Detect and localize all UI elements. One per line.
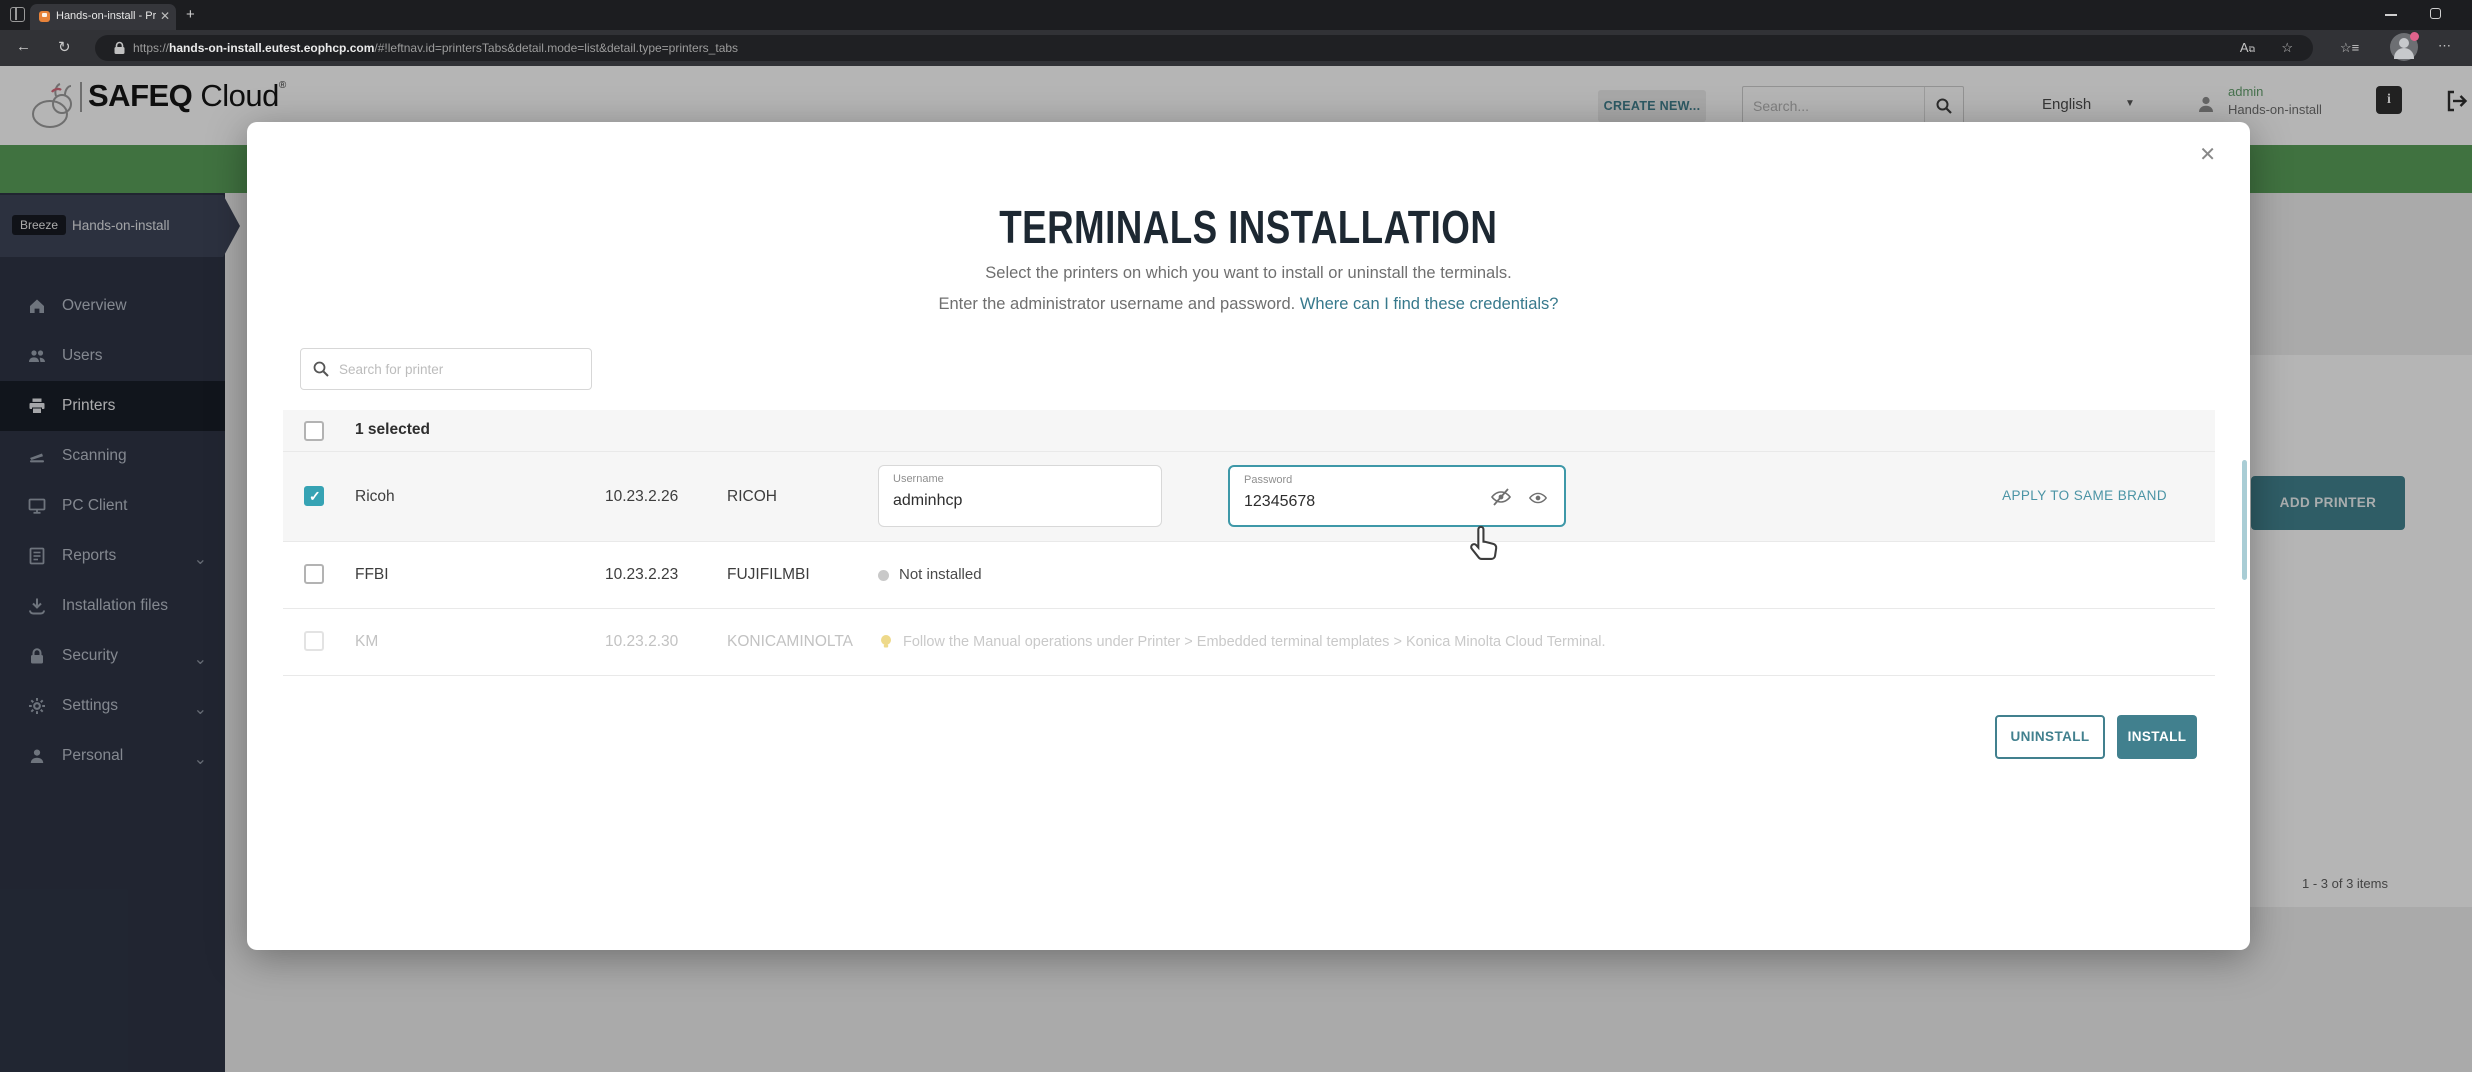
- status-dot-icon: [878, 570, 889, 581]
- install-button[interactable]: INSTALL: [2117, 715, 2197, 759]
- modal-close-icon[interactable]: ✕: [2199, 142, 2216, 167]
- printer-ip: 10.23.2.23: [605, 566, 679, 583]
- printer-note: Follow the Manual operations under Print…: [903, 634, 1606, 650]
- url-text: https://hands-on-install.eutest.eophcp.c…: [133, 41, 738, 55]
- username-label: Username: [893, 473, 944, 485]
- apply-to-same-brand-link[interactable]: APPLY TO SAME BRAND: [2002, 488, 2167, 503]
- favorite-star-icon[interactable]: ☆: [2281, 40, 2293, 56]
- printer-list: 1 selected Ricoh 10.23.2.26 RICOH Userna…: [283, 410, 2215, 676]
- modal-subtitle-text: Enter the administrator username and pas…: [938, 295, 1296, 313]
- printer-ip: 10.23.2.26: [605, 488, 679, 505]
- site-favicon: [39, 11, 50, 22]
- back-icon[interactable]: ←: [16, 38, 31, 55]
- username-field: Username: [878, 465, 1162, 527]
- browser-tab[interactable]: Hands-on-install - Printers ✕: [30, 4, 176, 30]
- printer-ip: 10.23.2.30: [605, 633, 679, 650]
- credentials-help-link[interactable]: Where can I find these credentials?: [1300, 295, 1559, 313]
- printer-brand: RICOH: [727, 488, 777, 505]
- modal-subtitle-1: Select the printers on which you want to…: [985, 264, 1512, 282]
- mouse-cursor-hand: [1470, 525, 1498, 560]
- printer-brand: KONICAMINOLTA: [727, 633, 854, 650]
- eye-icon[interactable]: [1528, 488, 1548, 508]
- printer-name: Ricoh: [355, 488, 395, 505]
- collections-icon[interactable]: ☆≡: [2340, 40, 2359, 56]
- password-input[interactable]: [1244, 493, 1424, 511]
- printer-brand: FUJIFILMBI: [727, 566, 810, 583]
- password-field: Password: [1228, 465, 1566, 527]
- browser-profile-avatar[interactable]: [2390, 32, 2419, 61]
- modal-scrollbar-thumb[interactable]: [2242, 460, 2247, 580]
- printer-status: Not installed: [899, 566, 982, 583]
- printer-name: FFBI: [355, 566, 389, 583]
- printer-search-box: [300, 348, 592, 390]
- tab-actions-icon[interactable]: [10, 7, 25, 22]
- printer-row-km: KM 10.23.2.30 KONICAMINOLTA Follow the M…: [283, 609, 2215, 676]
- url-scheme: https://: [133, 41, 170, 55]
- row-checkbox-checked[interactable]: [304, 486, 324, 506]
- url-path: /#!leftnav.id=printersTabs&detail.mode=l…: [374, 41, 739, 55]
- printer-name: KM: [355, 633, 379, 650]
- read-aloud-icon[interactable]: A⧉: [2240, 40, 2255, 55]
- browser-menu-icon[interactable]: ⋯: [2438, 38, 2452, 54]
- profile-notification-dot: [2410, 32, 2419, 41]
- modal-title: TERMINALS INSTALLATION: [999, 201, 1498, 253]
- eye-off-icon[interactable]: [1490, 486, 1512, 508]
- lightbulb-icon: [881, 635, 891, 648]
- tab-close-icon[interactable]: ✕: [160, 9, 170, 23]
- password-label: Password: [1244, 474, 1293, 486]
- row-checkbox-disabled: [304, 631, 324, 651]
- new-tab-icon[interactable]: +: [186, 6, 195, 23]
- selected-count: 1 selected: [355, 421, 430, 438]
- browser-address-bar: ← ↻ https://hands-on-install.eutest.eoph…: [0, 30, 2472, 66]
- window-restore-icon[interactable]: [2430, 8, 2441, 19]
- uninstall-button[interactable]: UNINSTALL: [1995, 715, 2105, 759]
- terminals-installation-modal: ✕ TERMINALS INSTALLATION Select the prin…: [247, 122, 2250, 950]
- url-domain: hands-on-install.eutest.eophcp.com: [169, 41, 375, 55]
- window-minimize-icon[interactable]: [2385, 14, 2397, 16]
- printer-row-ffbi[interactable]: FFBI 10.23.2.23 FUJIFILMBI Not installed: [283, 542, 2215, 609]
- username-input[interactable]: [893, 492, 1093, 510]
- row-checkbox[interactable]: [304, 564, 324, 584]
- printer-row-ricoh[interactable]: Ricoh 10.23.2.26 RICOH Username Password: [283, 452, 2215, 542]
- url-field[interactable]: https://hands-on-install.eutest.eophcp.c…: [95, 35, 2313, 61]
- modal-subtitle-2: Enter the administrator username and pas…: [247, 295, 2250, 314]
- printer-search-input[interactable]: [339, 350, 579, 388]
- lock-icon: [114, 41, 125, 54]
- browser-tab-strip: Hands-on-install - Printers ✕ +: [0, 0, 2472, 30]
- refresh-icon[interactable]: ↻: [58, 38, 71, 56]
- list-header-row: 1 selected: [283, 410, 2215, 452]
- select-all-checkbox[interactable]: [304, 421, 324, 441]
- search-icon: [313, 361, 329, 377]
- tab-title: Hands-on-install - Printers: [56, 10, 156, 22]
